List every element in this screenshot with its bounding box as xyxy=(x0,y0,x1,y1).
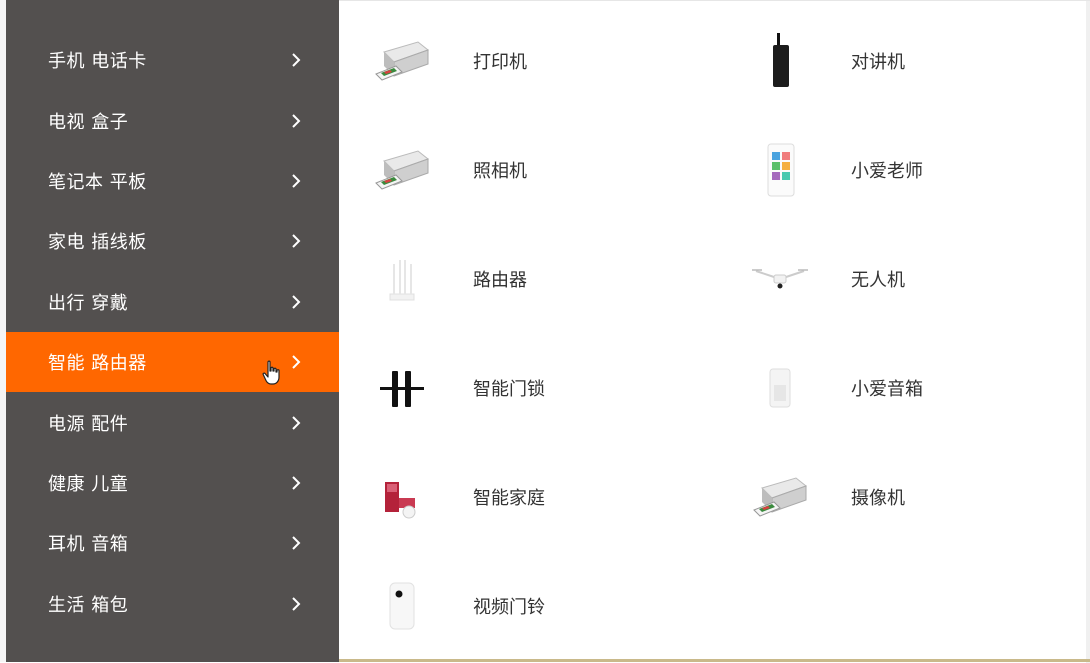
product-name: 路由器 xyxy=(473,270,527,291)
product-name: 小爱老师 xyxy=(851,161,923,182)
sidebar-item-label: 智能 路由器 xyxy=(48,353,147,375)
product-name: 无人机 xyxy=(851,270,905,291)
chevron-right-icon xyxy=(292,476,301,490)
chevron-right-icon xyxy=(292,596,301,611)
doorbell-icon xyxy=(369,576,435,636)
product-drone[interactable]: 无人机 xyxy=(747,249,905,309)
chevron-right-icon xyxy=(292,355,301,369)
product-router[interactable]: 路由器 xyxy=(369,249,527,309)
sidebar-item-label: 生活 箱包 xyxy=(48,594,129,616)
sidebar-item-life[interactable]: 生活 箱包 xyxy=(6,574,339,634)
chevron-right-icon xyxy=(292,415,301,430)
sidebar-item-label: 笔记本 平板 xyxy=(48,171,147,193)
panel-right-edge xyxy=(1086,1,1090,663)
drone-icon xyxy=(747,249,813,309)
product-name: 智能家庭 xyxy=(473,488,545,509)
sidebar-item-label: 家电 插线板 xyxy=(48,232,147,254)
hand-cursor-icon xyxy=(262,360,280,385)
smart-home-icon xyxy=(369,467,435,527)
speaker-icon xyxy=(747,358,813,418)
product-name: 照相机 xyxy=(473,161,527,182)
sidebar-item-appliance[interactable]: 家电 插线板 xyxy=(6,211,339,271)
product-door-lock[interactable]: 智能门锁 xyxy=(369,358,545,418)
printer-icon xyxy=(369,140,435,200)
chevron-right-icon xyxy=(292,295,301,309)
sidebar-item-tv[interactable]: 电视 盒子 xyxy=(6,90,339,150)
sidebar-item-label: 电视 盒子 xyxy=(48,111,129,133)
chevron-right-icon xyxy=(292,174,301,188)
sidebar-item-power[interactable]: 电源 配件 xyxy=(6,392,339,452)
walkie-talkie-icon xyxy=(747,31,813,91)
sidebar-item-label: 耳机 音箱 xyxy=(48,534,129,556)
product-camera[interactable]: 照相机 xyxy=(369,140,527,200)
sidebar-item-health[interactable]: 健康 儿童 xyxy=(6,453,339,513)
product-name: 小爱音箱 xyxy=(851,379,923,400)
chevron-right-icon xyxy=(292,113,301,128)
printer-icon xyxy=(747,467,813,527)
sidebar-item-travel[interactable]: 出行 穿戴 xyxy=(6,272,339,332)
tablet-icon xyxy=(747,140,813,200)
product-video-doorbell[interactable]: 视频门铃 xyxy=(369,576,545,636)
product-xiaoai-teacher[interactable]: 小爱老师 xyxy=(747,140,923,200)
product-name: 摄像机 xyxy=(851,488,905,509)
chevron-right-icon xyxy=(292,536,301,551)
product-name: 智能门锁 xyxy=(473,379,545,400)
sidebar-item-label: 电源 配件 xyxy=(48,413,129,435)
sidebar-item-phone[interactable]: 手机 电话卡 xyxy=(6,30,339,90)
product-printer[interactable]: 打印机 xyxy=(369,31,527,91)
category-sidebar: 手机 电话卡 电视 盒子 笔记本 平板 家电 插线板 出行 穿戴 智能 路由器 … xyxy=(6,0,339,662)
product-walkie-talkie[interactable]: 对讲机 xyxy=(747,31,905,91)
sidebar-item-label: 出行 穿戴 xyxy=(48,292,129,314)
product-smart-home[interactable]: 智能家庭 xyxy=(369,467,545,527)
router-icon xyxy=(369,249,435,309)
sidebar-item-label: 手机 电话卡 xyxy=(48,51,147,73)
product-name: 视频门铃 xyxy=(473,597,545,618)
product-video-camera[interactable]: 摄像机 xyxy=(747,467,905,527)
sidebar-item-smart-router[interactable]: 智能 路由器 xyxy=(6,331,339,393)
sidebar-item-label: 健康 儿童 xyxy=(48,473,129,495)
product-xiaoai-speaker[interactable]: 小爱音箱 xyxy=(747,358,923,418)
product-name: 打印机 xyxy=(473,52,527,73)
product-name: 对讲机 xyxy=(851,52,905,73)
chevron-right-icon xyxy=(292,234,301,249)
chevron-right-icon xyxy=(292,53,301,67)
product-panel: 打印机 照相机 路由器 智能门锁 智能家庭 视频门铃 对讲机 小爱老师 无人机 … xyxy=(339,0,1090,663)
sidebar-item-laptop[interactable]: 笔记本 平板 xyxy=(6,151,339,211)
sidebar-item-audio[interactable]: 耳机 音箱 xyxy=(6,513,339,573)
printer-icon xyxy=(369,31,435,91)
door-lock-icon xyxy=(369,358,435,418)
